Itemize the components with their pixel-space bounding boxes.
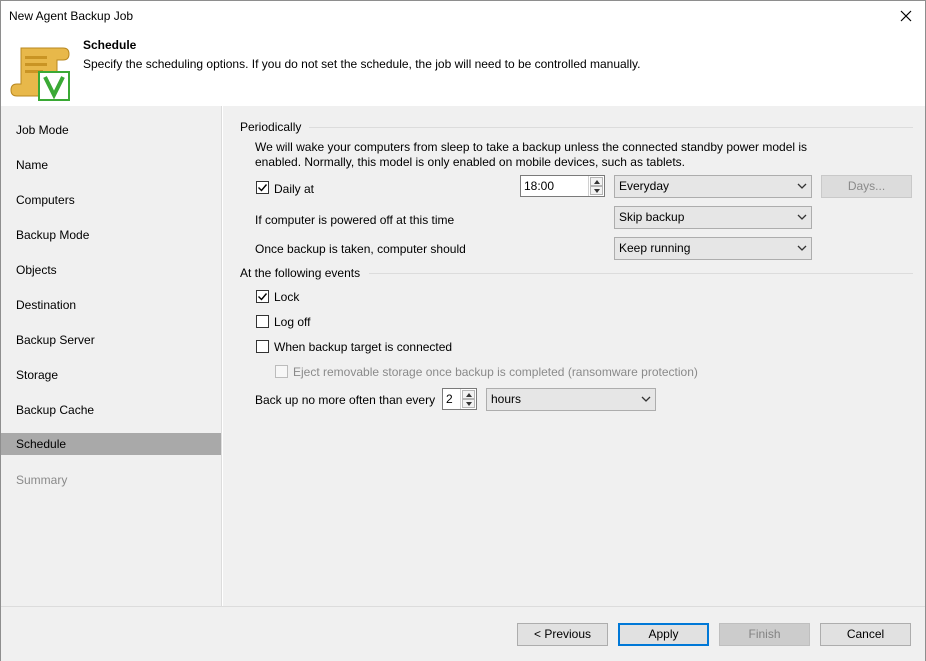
powered-off-select[interactable]: Skip backup <box>614 206 812 229</box>
checkmark-icon <box>258 184 268 192</box>
powered-off-value: Skip backup <box>619 210 685 224</box>
dialog-window: New Agent Backup Job Schedule Specify th… <box>0 0 926 661</box>
logoff-label: Log off <box>274 315 311 329</box>
target-connected-checkbox[interactable] <box>256 340 269 353</box>
daily-at-checkbox[interactable] <box>256 181 269 194</box>
checkmark-icon <box>258 293 268 301</box>
periodically-divider <box>309 127 913 128</box>
wake-note-line2: enabled. Normally, this model is only en… <box>255 155 686 169</box>
interval-unit-select[interactable]: hours <box>486 388 656 411</box>
sidebar-item-schedule[interactable]: Schedule <box>1 433 221 455</box>
events-group-label: At the following events <box>240 266 361 280</box>
finish-button[interactable]: Finish <box>719 623 810 646</box>
sidebar-item-objects[interactable]: Objects <box>1 259 221 281</box>
days-button[interactable]: Days... <box>821 175 912 198</box>
frequency-select[interactable]: Everyday <box>614 175 812 198</box>
after-backup-value: Keep running <box>619 241 691 255</box>
lock-label: Lock <box>274 290 300 304</box>
chevron-down-icon <box>797 214 807 220</box>
frequency-value: Everyday <box>619 179 670 193</box>
schedule-panel: Periodically We will wake your computers… <box>223 106 925 606</box>
window-title: New Agent Backup Job <box>9 9 134 23</box>
cancel-button[interactable]: Cancel <box>820 623 911 646</box>
sidebar-item-job-mode[interactable]: Job Mode <box>1 119 221 141</box>
target-connected-label: When backup target is connected <box>274 340 453 354</box>
wizard-steps-sidebar: Job Mode Name Computers Backup Mode Obje… <box>1 106 222 606</box>
daily-time-stepper[interactable]: 18:00 <box>520 175 605 197</box>
chevron-up-icon <box>594 180 600 184</box>
chevron-down-icon <box>641 396 651 402</box>
apply-button[interactable]: Apply <box>618 623 709 646</box>
interval-value: 2 <box>446 392 453 406</box>
interval-unit-value: hours <box>491 392 522 406</box>
title-bar: New Agent Backup Job <box>1 1 925 32</box>
sidebar-item-backup-server[interactable]: Backup Server <box>1 329 221 351</box>
interval-stepper[interactable]: 2 <box>442 388 477 410</box>
daily-at-label: Daily at <box>274 182 315 196</box>
previous-button[interactable]: < Previous <box>517 623 608 646</box>
interval-spin-buttons <box>460 389 476 409</box>
chevron-up-icon <box>466 393 472 397</box>
no-more-often-label: Back up no more often than every <box>255 393 436 407</box>
sidebar-item-destination[interactable]: Destination <box>1 294 221 316</box>
sidebar-item-computers[interactable]: Computers <box>1 189 221 211</box>
daily-time-value: 18:00 <box>524 179 555 193</box>
time-spin-buttons <box>588 176 604 196</box>
sidebar-item-storage[interactable]: Storage <box>1 364 221 386</box>
events-divider <box>369 273 913 274</box>
eject-storage-label: Eject removable storage once backup is c… <box>293 365 698 379</box>
after-backup-select[interactable]: Keep running <box>614 237 812 260</box>
sidebar-item-name[interactable]: Name <box>1 154 221 176</box>
wake-note-line1: We will wake your computers from sleep t… <box>255 140 808 154</box>
powered-off-label: If computer is powered off at this time <box>255 213 455 227</box>
page-title: Schedule <box>83 38 137 52</box>
page-description: Specify the scheduling options. If you d… <box>83 57 641 71</box>
chevron-down-icon <box>466 402 472 406</box>
interval-increase-button[interactable] <box>462 390 475 399</box>
interval-decrease-button[interactable] <box>462 399 475 408</box>
close-icon <box>900 10 912 22</box>
logoff-checkbox[interactable] <box>256 315 269 328</box>
eject-storage-checkbox[interactable] <box>275 365 288 378</box>
chevron-down-icon <box>797 183 807 189</box>
veeam-schedule-logo-icon <box>10 47 70 101</box>
sidebar-item-backup-cache[interactable]: Backup Cache <box>1 399 221 421</box>
after-backup-label: Once backup is taken, computer should <box>255 242 466 256</box>
chevron-down-icon <box>797 245 807 251</box>
wizard-footer: < Previous Apply Finish Cancel <box>1 606 925 661</box>
sidebar-item-backup-mode[interactable]: Backup Mode <box>1 224 221 246</box>
time-decrease-button[interactable] <box>590 186 603 195</box>
chevron-down-icon <box>594 189 600 193</box>
lock-checkbox[interactable] <box>256 290 269 303</box>
wizard-header: Schedule Specify the scheduling options.… <box>1 32 925 106</box>
close-button[interactable] <box>893 4 919 28</box>
sidebar-item-summary[interactable]: Summary <box>1 469 221 491</box>
time-increase-button[interactable] <box>590 177 603 186</box>
periodically-group-label: Periodically <box>240 120 302 134</box>
